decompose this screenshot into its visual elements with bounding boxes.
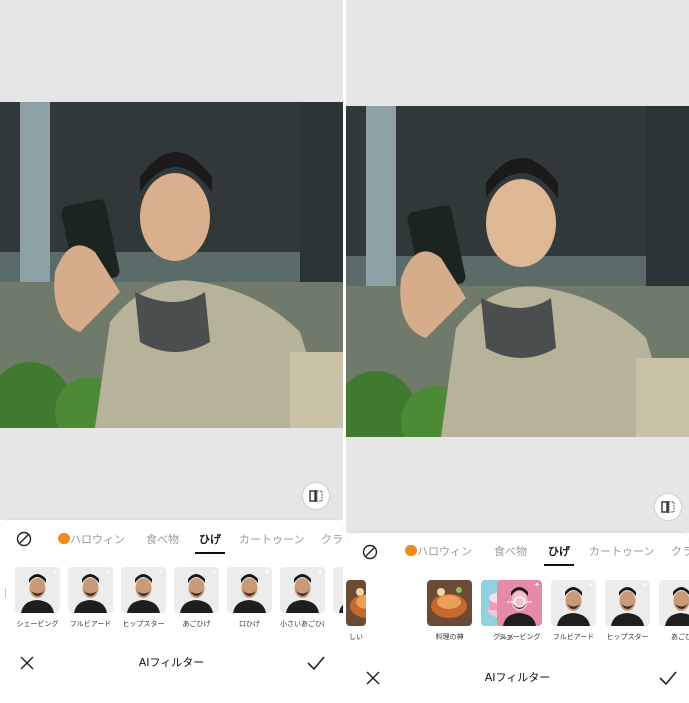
filter-thumb-image: ✦ [333, 567, 343, 613]
filter-thumb[interactable]: ✦ ヒップスター [121, 567, 166, 629]
filter-thumb-label: あごひげ [182, 620, 211, 628]
tab-label: クラ [321, 533, 343, 546]
bottom-bar-title: AIフィルター [484, 671, 551, 684]
filter-thumb-image [427, 580, 472, 626]
filter-thumb-label: シェービング [16, 620, 59, 628]
sparkle-icon: ✦ [211, 568, 217, 576]
filter-thumb-image [346, 580, 366, 626]
sparkle-icon: ✦ [317, 568, 323, 576]
compare-button[interactable] [655, 494, 681, 520]
filter-thumb-image: ✦ [659, 580, 689, 626]
active-tab-indicator [195, 552, 225, 554]
category-tabs: ハロウィン 食べ物 ひげ カートゥーン クラ [346, 538, 689, 566]
filter-thumb-image: ✦ [551, 580, 596, 626]
filter-thumb-image: ✦ [280, 567, 325, 613]
filter-thumb-image: ✦ [497, 580, 542, 626]
filter-thumb[interactable]: ✦ 口ひげ [227, 567, 272, 629]
tab-beard[interactable]: ひげ [544, 538, 574, 566]
sparkle-icon: ✦ [264, 568, 270, 576]
filter-sheet: ハロウィン 食べ物 ひげ カートゥーン クラ しい 料理の神 グルメ ✦ シェービング ✦… [346, 533, 689, 703]
check-icon[interactable] [307, 655, 325, 671]
filter-sheet: ハロウィン 食べ物 ひげ カートゥーン クラ ✦ シェービング ✦ フルビアード ✦ ヒッ… [0, 520, 343, 703]
bottom-bar: AIフィルター [0, 648, 343, 678]
filter-thumb[interactable]: ✦ フルビアード [551, 580, 596, 642]
compare-icon [309, 490, 323, 502]
active-tab-indicator [544, 564, 574, 566]
filter-thumb[interactable]: ✦ ヒップスター [605, 580, 650, 642]
tab-cartoon[interactable]: カートゥーン [239, 526, 304, 554]
filter-thumb-label: 口ひげ [239, 620, 260, 628]
filter-thumb[interactable]: ✦ フルビアード [68, 567, 113, 629]
tab-label: クラ [671, 545, 689, 558]
tab-halloween[interactable]: ハロウィン [405, 538, 472, 566]
filter-thumb-label: 料理の神 [435, 633, 464, 641]
check-icon[interactable] [659, 670, 677, 686]
tab-label: ひげ [199, 533, 221, 546]
tab-food[interactable]: 食べ物 [494, 538, 527, 566]
tab-label: ハロウィン [417, 545, 472, 558]
filter-thumb-image: ✦ [227, 567, 272, 613]
bottom-bar: AIフィルター [346, 663, 689, 693]
after-panel: ハロウィン 食べ物 ひげ カートゥーン クラ しい 料理の神 グルメ ✦ シェービング ✦… [346, 0, 689, 703]
filter-thumb-label: 小さいあごひげ [280, 620, 325, 628]
filter-thumb[interactable]: ✦ あごひ [659, 580, 689, 642]
bottom-bar-title: AIフィルター [138, 656, 205, 669]
filter-thumb-label: サー [333, 619, 343, 629]
filter-thumb-label: しい [349, 633, 363, 641]
filter-thumbnails: しい料理の神グルメ✦シェービング✦フルビアード✦ヒップスター✦あごひ [346, 580, 689, 644]
tab-label: ハロウィン [70, 533, 125, 546]
filter-thumb-label: シェービング [498, 633, 541, 641]
filter-thumb-image: ✦ [174, 567, 219, 613]
filter-thumb-label: フルビアード [69, 620, 112, 628]
compare-button[interactable] [303, 483, 329, 509]
sparkle-icon: ✦ [105, 568, 111, 576]
tab-label: 食べ物 [494, 545, 527, 558]
sparkle-icon: ✦ [642, 581, 648, 589]
filter-thumb[interactable]: しい [346, 580, 366, 642]
filter-thumb-image: ✦ [15, 567, 60, 613]
filter-thumb[interactable]: 料理の神 [427, 580, 472, 642]
filter-thumb-image: ✦ [121, 567, 166, 613]
filter-thumb-selected[interactable]: ✦ シェービング [497, 580, 542, 642]
filter-thumb[interactable]: ✦ シェービング [15, 567, 60, 629]
tab-kura[interactable]: クラ [321, 526, 343, 554]
tab-label: カートゥーン [239, 533, 305, 546]
photo-preview [346, 106, 689, 437]
tab-beard[interactable]: ひげ [195, 526, 225, 554]
tab-kura[interactable]: クラ [671, 538, 689, 566]
filter-thumb[interactable]: ✦ 小さいあごひげ [280, 567, 325, 629]
sparkle-icon: ✦ [588, 581, 594, 589]
before-panel: ハロウィン 食べ物 ひげ カートゥーン クラ ✦ シェービング ✦ フルビアード ✦ ヒッ… [0, 0, 343, 703]
filter-thumb[interactable]: ✦ サー [333, 567, 343, 629]
filter-thumb-label: ヒップスター [122, 620, 165, 628]
filter-thumbnails: ✦ シェービング ✦ フルビアード ✦ ヒップスター ✦ あごひげ ✦ 口ひげ ✦ 小さいあごひげ ✦ サ… [0, 567, 343, 631]
filter-thumb-label: ヒップスター [606, 633, 649, 641]
category-tabs: ハロウィン 食べ物 ひげ カートゥーン クラ [0, 526, 343, 554]
tab-label: 食べ物 [146, 533, 179, 546]
sparkle-icon: ✦ [52, 568, 58, 576]
filter-thumb-label: フルビアード [552, 633, 595, 641]
filter-thumb-label: あごひ [671, 633, 689, 641]
photo-preview [0, 102, 343, 428]
compare-icon [661, 501, 675, 513]
tab-label: ひげ [548, 545, 570, 558]
pumpkin-icon [58, 533, 70, 544]
tab-label: カートゥーン [589, 545, 655, 558]
sparkle-icon: ✦ [158, 568, 164, 576]
filter-thumb-image: ✦ [68, 567, 113, 613]
tab-halloween[interactable]: ハロウィン [58, 526, 125, 554]
filter-thumb[interactable]: ✦ あごひげ [174, 567, 219, 629]
tab-cartoon[interactable]: カートゥーン [589, 538, 654, 566]
pumpkin-icon [405, 545, 417, 556]
tab-food[interactable]: 食べ物 [146, 526, 179, 554]
sparkle-icon: ✦ [534, 581, 540, 589]
filter-thumb-image: ✦ [605, 580, 650, 626]
